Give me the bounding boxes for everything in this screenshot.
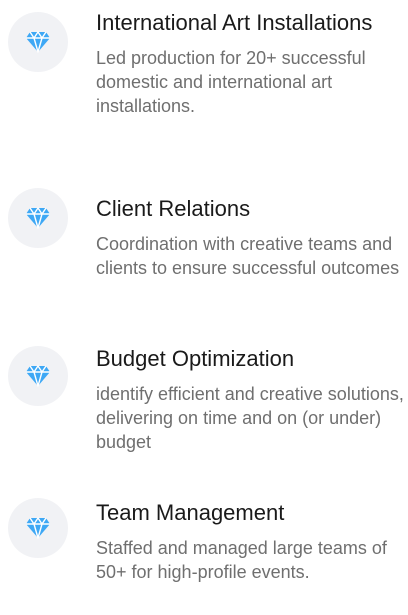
item-title: Budget Optimization xyxy=(96,346,295,371)
item-text: Team Management Staffed and managed larg… xyxy=(96,498,404,584)
item-description: Led production for 20+ successful domest… xyxy=(96,48,366,116)
item-text: Budget Optimization identify efficient a… xyxy=(96,344,404,454)
item-description: Staffed and managed large teams of 50+ f… xyxy=(96,538,387,582)
icon-circle xyxy=(8,498,68,558)
item-description: Coordination with creative teams and cli… xyxy=(96,234,400,278)
item-text: Client Relations Coordination with creat… xyxy=(96,194,404,280)
icon-circle xyxy=(8,188,68,248)
diamond-icon xyxy=(25,31,51,53)
diamond-icon xyxy=(25,207,51,229)
item-text: International Art Installations Led prod… xyxy=(96,8,404,118)
diamond-icon xyxy=(25,365,51,387)
icon-circle xyxy=(8,346,68,406)
icon-circle xyxy=(8,12,68,72)
item-description: identify efficient and creative solution… xyxy=(96,384,404,452)
diamond-icon xyxy=(25,517,51,539)
item-title: International Art Installations xyxy=(96,10,373,35)
item-title: Client Relations xyxy=(96,196,251,221)
item-title: Team Management xyxy=(96,500,285,525)
